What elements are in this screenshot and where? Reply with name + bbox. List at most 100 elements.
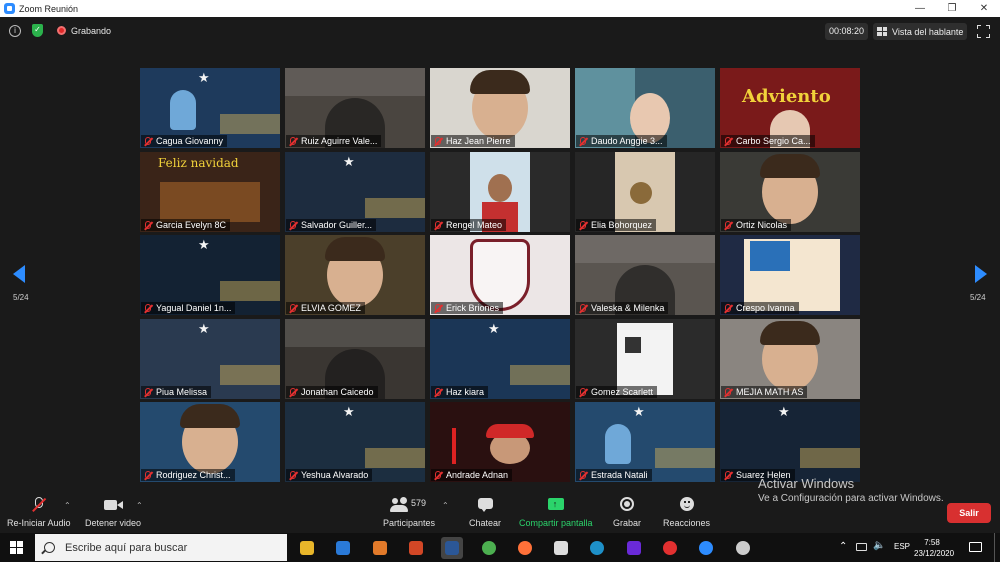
participant-video-tile[interactable]: Ortiz Nicolas	[720, 151, 860, 232]
meeting-area: i ✓ Grabando 00:08:20 Vista del hablante…	[0, 17, 1000, 493]
taskbar-clock[interactable]: 7:58 23/12/2020	[914, 537, 954, 559]
participant-video-tile[interactable]: Elia Bohorquez	[575, 151, 715, 232]
audio-options-caret[interactable]: ⌃	[64, 501, 71, 510]
ground-decoration	[220, 114, 280, 134]
file-explorer-icon[interactable]	[296, 537, 318, 559]
window-controls: — ❐ ✕	[904, 0, 1000, 17]
participant-name-text: Haz Jean Pierre	[446, 136, 511, 146]
zoom-icon[interactable]	[695, 537, 717, 559]
powerpoint-icon-glyph	[408, 541, 423, 555]
fullscreen-icon[interactable]	[977, 25, 990, 38]
participant-video-tile[interactable]: Erick Briones	[430, 235, 570, 315]
previous-page-arrow[interactable]	[13, 265, 25, 283]
maximize-button[interactable]: ❐	[936, 0, 968, 17]
taskbar-search-box[interactable]: Escribe aquí para buscar	[35, 534, 287, 561]
word-icon[interactable]	[441, 537, 464, 559]
media-icon-glyph	[663, 541, 677, 555]
participant-video-tile[interactable]: Adviento Carbo Sergio Ca...	[720, 68, 860, 148]
muted-mic-icon	[290, 471, 296, 479]
language-indicator[interactable]: ESP	[894, 542, 910, 551]
participant-video-tile[interactable]: Feliz navidad Garcia Evelyn 8C	[140, 151, 280, 232]
star-decoration: ★	[778, 404, 790, 419]
participant-name-label: Rengel Mateo	[431, 218, 507, 231]
participant-video-tile[interactable]: ★ Cagua Giovanny	[140, 68, 280, 148]
participant-video-tile[interactable]: Ruiz Aguirre Vale...	[285, 68, 425, 148]
show-desktop-button[interactable]	[994, 533, 1000, 562]
participant-video-tile[interactable]: ★ Piua Melissa	[140, 318, 280, 399]
participant-video-tile[interactable]: Crespo Ivanna	[720, 235, 860, 315]
participant-name-label: Garcia Evelyn 8C	[141, 218, 231, 231]
obs-icon-glyph	[735, 541, 750, 555]
chat-button[interactable]: Chatear	[469, 497, 501, 528]
muted-mic-icon	[580, 304, 586, 312]
participant-video-tile[interactable]: ★ Haz kiara	[430, 318, 570, 399]
participant-name-text: Carbo Sergio Ca...	[736, 136, 811, 146]
participants-options-caret[interactable]: ⌃	[442, 501, 449, 510]
mail-icon[interactable]	[332, 537, 354, 559]
info-icon[interactable]: i	[9, 25, 21, 37]
window-title: Zoom Reunión	[19, 3, 79, 14]
shield-icon[interactable]: ✓	[32, 24, 43, 37]
share-screen-button[interactable]: ↑ Compartir pantalla	[519, 497, 593, 528]
participant-name-label: Salvador Guiller...	[286, 218, 377, 231]
participant-video-tile[interactable]: Rengel Mateo	[430, 151, 570, 232]
minimize-button[interactable]: —	[904, 0, 936, 17]
restart-audio-button[interactable]: Re-Iniciar Audio	[7, 497, 71, 528]
participant-name-label: ELVIA GOMEZ	[286, 302, 365, 314]
candle-decoration	[452, 428, 456, 464]
edge-icon[interactable]	[586, 537, 608, 559]
close-button[interactable]: ✕	[968, 0, 1000, 17]
muted-mic-icon	[435, 220, 441, 229]
participant-video-tile[interactable]: Rodriguez Christ...	[140, 402, 280, 482]
participant-video-tile[interactable]: Jonathan Caicedo	[285, 318, 425, 399]
reactions-button[interactable]: Reacciones	[663, 497, 710, 528]
powerpoint-icon[interactable]	[405, 537, 427, 559]
star-decoration: ★	[633, 404, 645, 419]
participant-video-tile[interactable]: Andrade Adnan	[430, 402, 570, 482]
participant-video-tile[interactable]: ★ Yagual Daniel 1n...	[140, 235, 280, 315]
paw-icon[interactable]	[369, 537, 391, 559]
participant-video-tile[interactable]: ★ Suarez Helen	[720, 402, 860, 482]
windows-start-icon[interactable]	[10, 541, 23, 554]
notifications-icon[interactable]	[969, 542, 982, 552]
leave-meeting-button[interactable]: Salir	[947, 503, 991, 523]
participant-video-tile[interactable]: MEJIA MATH AS	[720, 318, 860, 399]
muted-mic-icon	[145, 137, 151, 145]
star-decoration: ★	[343, 404, 355, 419]
record-button[interactable]: Grabar	[613, 497, 641, 528]
meeting-timer: 00:08:20	[825, 23, 868, 40]
ground-decoration	[800, 448, 860, 468]
participant-video-tile[interactable]: ★ Estrada Natali	[575, 402, 715, 482]
capture-icon[interactable]	[550, 537, 572, 559]
network-icon[interactable]	[856, 543, 867, 551]
participant-name-text: Erick Briones	[446, 303, 500, 313]
video-options-caret[interactable]: ⌃	[136, 501, 143, 510]
premiere-icon[interactable]	[623, 537, 645, 559]
participant-video-tile[interactable]: ★ Salvador Guiller...	[285, 151, 425, 232]
participant-video-tile[interactable]: Haz Jean Pierre	[430, 68, 570, 148]
chrome-icon[interactable]	[478, 537, 500, 559]
participant-video-tile[interactable]: ELVIA GOMEZ	[285, 235, 425, 315]
next-page-arrow[interactable]	[975, 265, 987, 283]
stop-video-label: Detener video	[85, 518, 142, 528]
participant-video-tile[interactable]: Gomez Scarlett	[575, 318, 715, 399]
star-decoration: ★	[343, 153, 355, 169]
participant-name-label: Erick Briones	[431, 302, 504, 314]
media-icon[interactable]	[659, 537, 681, 559]
participant-name-label: MEJIA MATH AS	[721, 385, 808, 398]
participant-name-label: Crespo Ivanna	[721, 302, 799, 314]
obs-icon[interactable]	[732, 537, 754, 559]
christmas-banner: Feliz navidad	[158, 155, 239, 170]
page-indicator-left: 5/24	[13, 293, 29, 302]
firefox-icon[interactable]	[514, 537, 536, 559]
volume-icon[interactable]: 🔈	[873, 540, 885, 551]
participant-video-tile[interactable]: ★ Yeshua Alvarado	[285, 402, 425, 482]
participant-video-tile[interactable]: Daudo Anggie 3...	[575, 68, 715, 148]
paw-icon-glyph	[372, 541, 387, 555]
stop-video-button[interactable]: Detener video	[85, 497, 141, 528]
participant-video-tile[interactable]: Valeska & Milenka	[575, 235, 715, 315]
participants-button[interactable]: 579 Participantes	[383, 497, 435, 528]
speaker-view-button[interactable]: Vista del hablante	[873, 23, 967, 40]
tray-chevron-icon[interactable]: ⌃	[839, 541, 847, 552]
person-hair	[760, 153, 820, 178]
